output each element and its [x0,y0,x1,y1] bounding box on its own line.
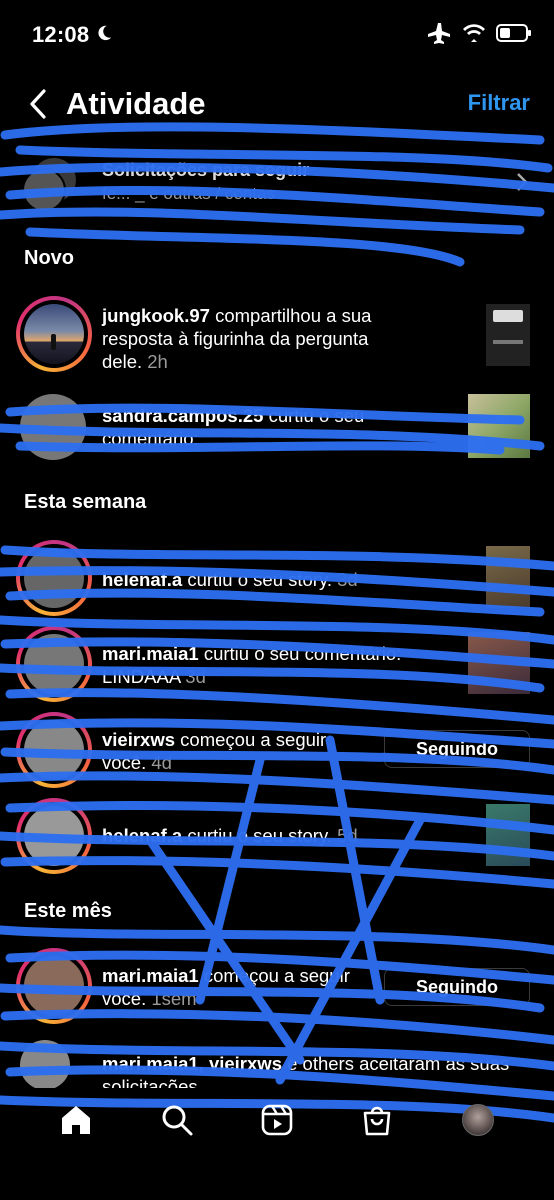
avatar-stack [22,158,82,212]
filter-button[interactable]: Filtrar [468,90,530,116]
status-bar: 12:08 [0,0,554,70]
timestamp: 3d [337,569,358,590]
airplane-icon [428,23,450,44]
avatar[interactable] [20,1040,70,1088]
timestamp: 4d [151,752,172,773]
section-new: Novo [24,247,74,269]
chevron-right-icon [517,173,528,191]
story-thumbnail[interactable] [486,804,530,866]
section-this-week: Esta semana [24,491,147,513]
search-icon [162,1105,193,1136]
tab-profile[interactable] [458,1100,498,1140]
back-arrow-icon[interactable] [26,88,52,120]
list-item[interactable]: jungkook.97 compartilhou a sua resposta … [0,296,554,376]
shopping-bag-icon [364,1106,391,1136]
tab-reels[interactable] [257,1100,297,1140]
list-item[interactable]: sandra.campos.25 curtiu o seu comentário… [0,394,554,464]
post-thumbnail[interactable] [486,304,530,366]
bottom-tab-bar [0,1085,554,1155]
timestamp: 3d [185,666,206,687]
timestamp: 2h [147,351,168,372]
tab-shop[interactable] [357,1100,397,1140]
username[interactable]: mari.maia1 [102,965,199,986]
requests-subtitle: fe... _ e outras / contas [102,184,275,203]
follow-requests-row[interactable]: Solicitações para seguir fe... _ e outra… [0,150,554,220]
tab-search[interactable] [157,1100,197,1140]
list-item[interactable]: mari.maia1 começou a seguir você. 1sem S… [0,948,554,1028]
battery-icon [496,24,531,42]
header: Atividade Filtrar [0,80,554,128]
activity-text: jungkook.97 compartilhou a sua resposta … [102,304,402,373]
avatar[interactable] [16,948,92,1024]
section-this-month: Este mês [24,900,112,922]
home-icon [62,1106,91,1134]
list-item[interactable]: vieirxws começou a seguir você. 4d Segui… [0,712,554,792]
activity-text: mari.maia1 curtiu o seu comentário: LIND… [102,642,402,688]
username[interactable]: helenaf.a [102,569,182,590]
list-item[interactable]: mari.maia1 curtiu o seu comentário: LIND… [0,626,554,706]
list-item[interactable]: helenaf.a curtiu o seu story. 5d [0,798,554,878]
avatar [22,168,66,212]
avatar[interactable] [16,296,92,372]
avatar[interactable] [16,626,92,702]
wifi-icon [463,24,485,42]
activity-text: mari.maia1, vieirxws e others aceitaram … [102,1052,522,1088]
activity-text: helenaf.a curtiu o seu story. 5d [102,824,402,847]
activity-text: sandra.campos.25 curtiu o seu comentário… [102,404,402,450]
username[interactable]: jungkook.97 [102,305,210,326]
username[interactable]: sandra.campos.25 [102,405,263,426]
activity-text: helenaf.a curtiu o seu story. 3d [102,568,402,591]
tab-home[interactable] [56,1100,96,1140]
story-thumbnail[interactable] [486,546,530,608]
timestamp: 5d [337,825,358,846]
reels-icon [261,1104,293,1136]
profile-avatar [461,1104,494,1136]
username[interactable]: mari.maia1, vieirxws [102,1053,282,1074]
moon-icon [98,25,112,41]
avatar[interactable] [20,394,86,460]
avatar[interactable] [16,798,92,874]
activity-message: curtiu o seu story. [182,825,332,846]
avatar[interactable] [16,540,92,616]
avatar[interactable] [16,712,92,788]
username[interactable]: vieirxws [102,729,175,750]
activity-message: curtiu o seu story. [182,569,332,590]
requests-title: Solicitações para seguir [102,160,310,180]
post-thumbnail[interactable] [468,394,530,458]
following-button[interactable]: Seguindo [384,730,530,768]
activity-text: vieirxws começou a seguir você. 4d [102,728,362,774]
post-thumbnail[interactable] [468,632,530,694]
page-title: Atividade [66,86,206,121]
timestamp: 1sem [151,988,197,1009]
list-item[interactable]: helenaf.a curtiu o seu story. 3d [0,540,554,620]
list-item[interactable]: mari.maia1, vieirxws e others aceitaram … [0,1040,554,1088]
following-button[interactable]: Seguindo [384,968,530,1006]
activity-text: mari.maia1 começou a seguir você. 1sem [102,964,362,1010]
username[interactable]: helenaf.a [102,825,182,846]
username[interactable]: mari.maia1 [102,643,199,664]
status-time: 12:08 [32,22,90,47]
